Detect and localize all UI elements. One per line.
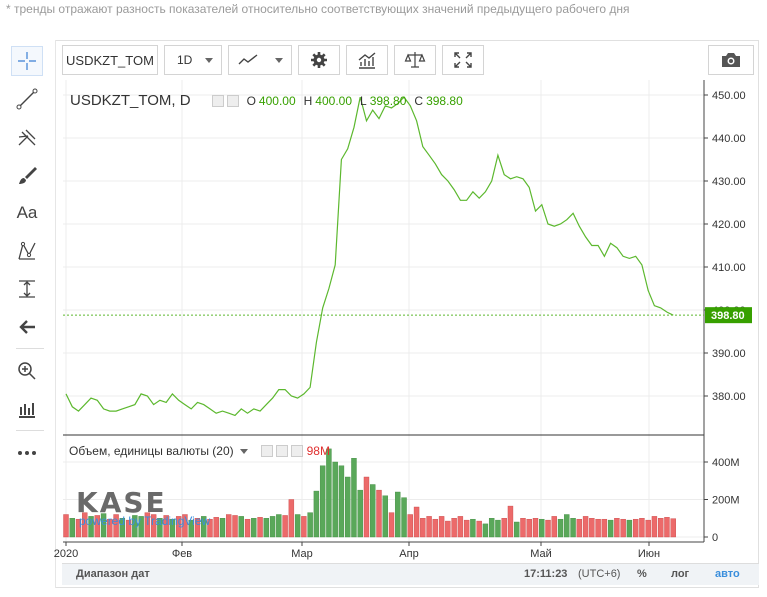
chevron-down-icon	[205, 57, 213, 63]
low-label: L	[360, 93, 367, 108]
pitchfork-icon[interactable]	[11, 122, 43, 152]
powered-by-link[interactable]: powered by TradingView	[79, 514, 210, 528]
close-label: C	[414, 93, 424, 108]
clock-time: 17:11:23	[524, 568, 568, 580]
bottom-bar: Диапазон дат 17:11:23 (UTC+6) % лог авто	[62, 563, 759, 585]
close-icon[interactable]	[290, 445, 303, 457]
drawing-toolbar: Aa	[6, 40, 56, 588]
chart-style-button[interactable]	[228, 45, 292, 75]
log-toggle[interactable]: лог	[671, 568, 689, 580]
footnote: * тренды отражают разность показателей о…	[6, 2, 630, 16]
measure-icon[interactable]	[11, 274, 43, 304]
compare-icon	[404, 52, 426, 68]
gear-icon	[311, 52, 327, 68]
line-style-icon	[238, 54, 258, 65]
interval-button[interactable]: 1D	[164, 45, 222, 75]
volume-label: Объем, единицы валюты (20)	[69, 444, 234, 458]
timezone[interactable]: (UTC+6)	[578, 568, 620, 580]
text-icon[interactable]: Aa	[11, 198, 43, 228]
zoom-icon[interactable]	[11, 356, 43, 386]
toolbar-divider	[16, 348, 44, 349]
auto-toggle[interactable]: авто	[715, 568, 740, 580]
fullscreen-icon	[454, 52, 472, 68]
crosshair-icon[interactable]	[11, 46, 43, 76]
trend-line-icon[interactable]	[11, 84, 43, 114]
volume-value: 98M	[306, 444, 330, 458]
settings-small-icon[interactable]	[226, 94, 239, 107]
fullscreen-button[interactable]	[442, 45, 484, 75]
legend-symbol: USDKZT_TOM, D	[70, 92, 191, 109]
back-arrow-icon[interactable]	[11, 312, 43, 342]
kase-logo: KASE powered by TradingView	[76, 486, 210, 528]
bar-replay-icon[interactable]	[11, 394, 43, 424]
more-icon[interactable]	[11, 438, 43, 468]
interval-label: 1D	[177, 53, 193, 67]
eye-icon[interactable]	[260, 445, 273, 457]
chevron-down-icon	[275, 57, 283, 63]
indicators-icon	[358, 52, 376, 69]
open-label: O	[246, 93, 256, 108]
settings-small-icon[interactable]	[275, 445, 288, 457]
low-value: 398.80	[369, 93, 407, 108]
close-value: 398.80	[426, 93, 463, 108]
indicators-button[interactable]	[346, 45, 388, 75]
percent-toggle[interactable]: %	[637, 568, 647, 580]
eye-icon[interactable]	[211, 94, 224, 107]
open-value: 400.00	[258, 93, 296, 108]
snapshot-button[interactable]	[708, 45, 754, 75]
volume-legend: Объем, единицы валюты (20) 98M	[69, 444, 330, 458]
high-label: H	[303, 93, 313, 108]
toolbar-divider	[16, 430, 44, 431]
pattern-icon[interactable]	[11, 236, 43, 266]
symbol-button[interactable]: USDKZT_TOM	[62, 45, 158, 75]
brush-icon[interactable]	[11, 160, 43, 190]
top-toolbar: USDKZT_TOM 1D	[62, 44, 484, 76]
compare-button[interactable]	[394, 45, 436, 75]
chevron-down-icon[interactable]	[239, 448, 248, 454]
date-range-button[interactable]: Диапазон дат	[76, 568, 150, 580]
high-value: 400.00	[315, 93, 352, 108]
series-legend: USDKZT_TOM, D O 400.00 H 400.00 L 398.80 C3…	[70, 92, 471, 109]
camera-icon	[722, 53, 740, 67]
settings-button[interactable]	[298, 45, 340, 75]
